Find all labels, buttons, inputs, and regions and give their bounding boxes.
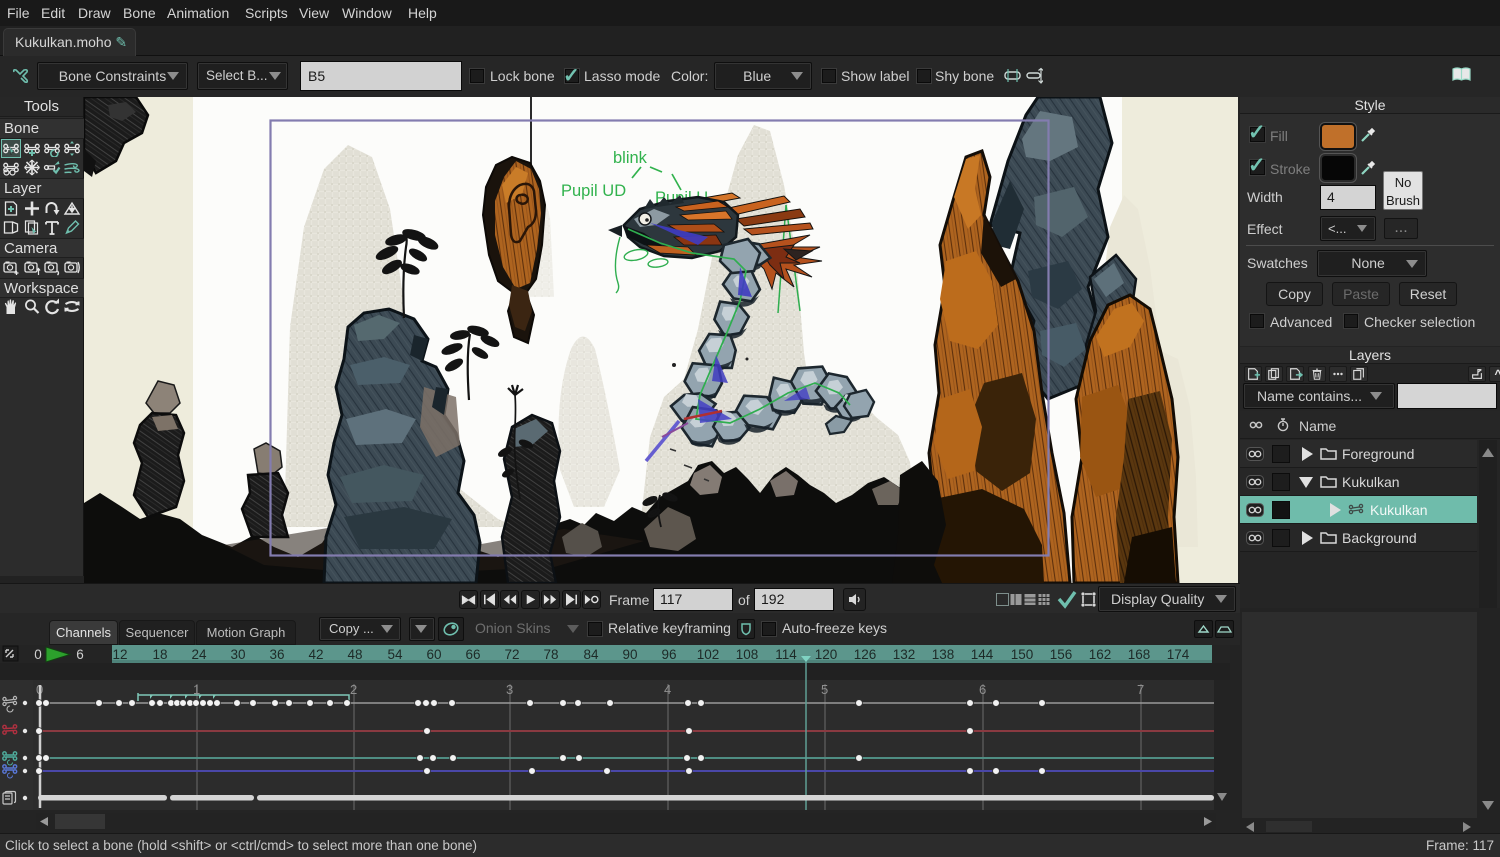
- svg-text:6: 6: [979, 682, 986, 697]
- svg-text:5: 5: [821, 682, 828, 697]
- svg-text:138: 138: [932, 647, 955, 662]
- svg-text:7: 7: [1137, 682, 1144, 697]
- svg-text:78: 78: [543, 647, 558, 662]
- svg-text:144: 144: [971, 647, 994, 662]
- svg-text:90: 90: [622, 647, 637, 662]
- svg-text:3: 3: [506, 682, 513, 697]
- svg-text:150: 150: [1011, 647, 1034, 662]
- svg-text:168: 168: [1128, 647, 1151, 662]
- svg-text:42: 42: [308, 647, 323, 662]
- svg-text:120: 120: [815, 647, 838, 662]
- svg-text:54: 54: [387, 647, 403, 662]
- svg-text:18: 18: [152, 647, 167, 662]
- svg-text:2: 2: [350, 682, 357, 697]
- svg-text:132: 132: [893, 647, 916, 662]
- svg-text:126: 126: [854, 647, 877, 662]
- svg-text:blink: blink: [613, 149, 648, 167]
- svg-text:6: 6: [76, 647, 84, 662]
- svg-text:4: 4: [664, 682, 671, 697]
- svg-text:174: 174: [1167, 647, 1190, 662]
- svg-text:102: 102: [697, 647, 720, 662]
- svg-text:162: 162: [1089, 647, 1112, 662]
- svg-text:12: 12: [112, 647, 127, 662]
- svg-text:156: 156: [1050, 647, 1073, 662]
- svg-text:30: 30: [230, 647, 245, 662]
- svg-text:96: 96: [661, 647, 676, 662]
- svg-text:114: 114: [775, 647, 797, 662]
- svg-text:24: 24: [191, 647, 207, 662]
- svg-text:48: 48: [347, 647, 362, 662]
- svg-text:Pupil UD: Pupil UD: [561, 182, 626, 200]
- svg-text:108: 108: [736, 647, 759, 662]
- svg-text:84: 84: [583, 647, 599, 662]
- svg-text:36: 36: [269, 647, 284, 662]
- svg-text:72: 72: [504, 647, 519, 662]
- svg-text:60: 60: [426, 647, 441, 662]
- svg-text:66: 66: [465, 647, 480, 662]
- svg-text:0: 0: [34, 647, 42, 662]
